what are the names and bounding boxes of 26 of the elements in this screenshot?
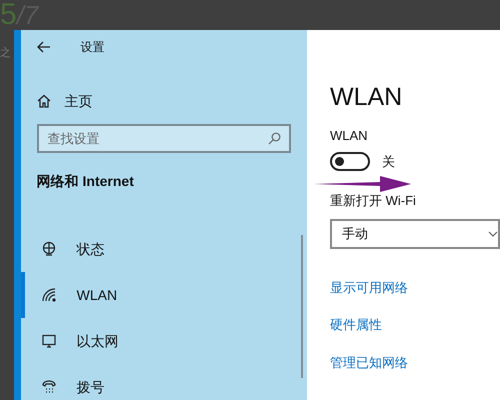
- phone-icon: [40, 379, 57, 395]
- monitor-icon: [40, 333, 57, 349]
- globe-icon: [40, 241, 57, 257]
- reopen-dropdown[interactable]: 手动: [330, 218, 500, 248]
- wifi-icon: [40, 287, 57, 303]
- nav-item[interactable]: 以太网: [20, 318, 307, 364]
- chevron-down-icon: [488, 230, 498, 236]
- settings-link[interactable]: 硬件属性: [330, 315, 500, 334]
- home-icon: [36, 94, 51, 108]
- home-link[interactable]: 主页: [64, 90, 93, 112]
- settings-link[interactable]: 管理已知网络: [330, 352, 500, 372]
- window-title: 设置: [80, 39, 105, 56]
- scrollbar[interactable]: [301, 235, 303, 378]
- toggle-state: 关: [382, 152, 395, 170]
- toggle-label: WLAN: [330, 127, 369, 145]
- back-arrow-icon[interactable]: [36, 41, 51, 53]
- nav-item[interactable]: 状态: [20, 226, 307, 272]
- settings-link[interactable]: 显示可用网络: [330, 278, 500, 297]
- text-fragment: 之: [0, 48, 12, 59]
- section-heading: 网络和 Internet: [36, 172, 135, 191]
- page-heading: WLAN: [330, 82, 404, 112]
- search-icon: [268, 132, 281, 145]
- reopen-label: 重新打开 Wi-Fi: [330, 192, 417, 210]
- wlan-toggle[interactable]: [330, 152, 370, 171]
- search-field[interactable]: 查找设置: [36, 124, 291, 153]
- nav-item[interactable]: 拨号: [20, 364, 307, 400]
